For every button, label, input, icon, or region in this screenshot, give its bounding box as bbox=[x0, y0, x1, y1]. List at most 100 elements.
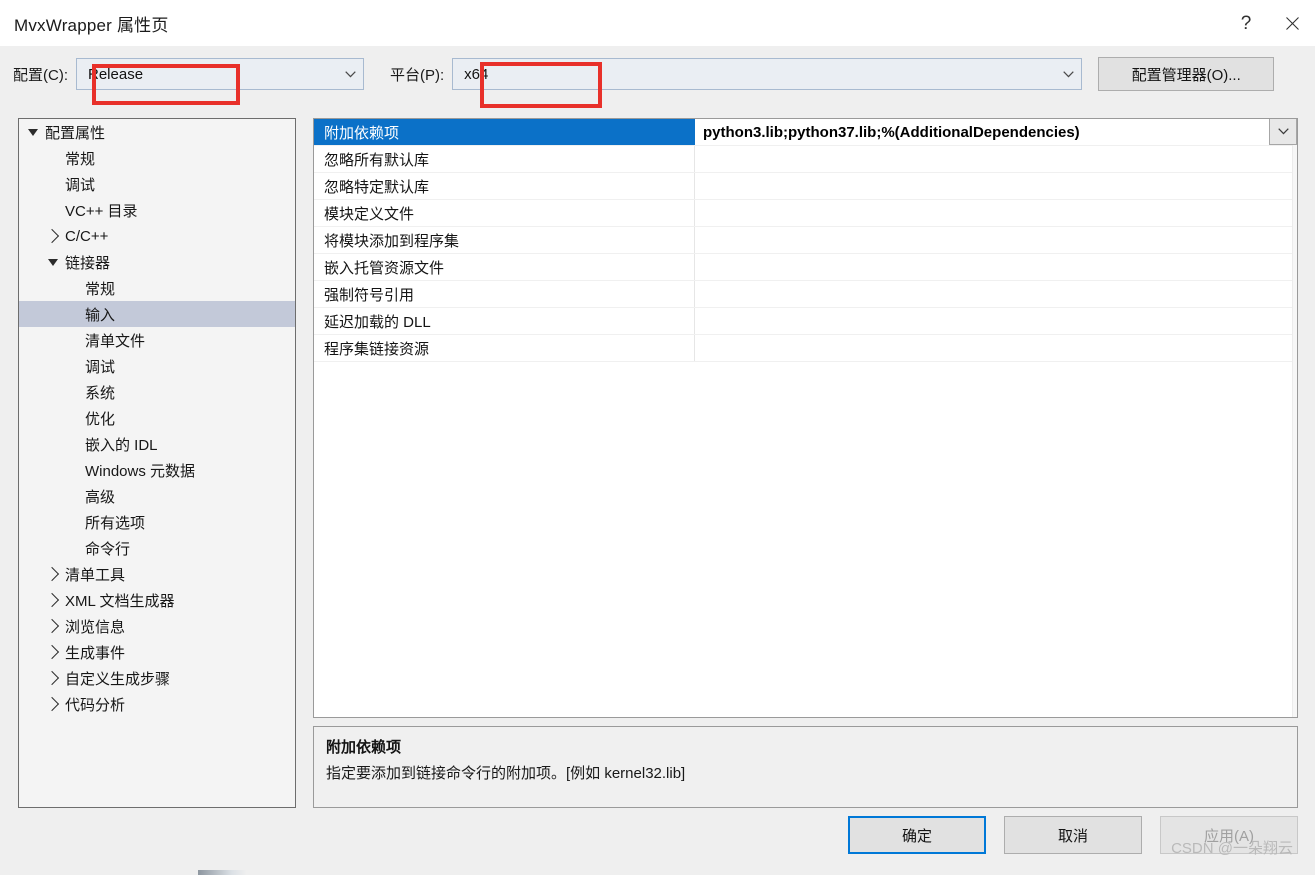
tree-item[interactable]: 所有选项 bbox=[19, 509, 295, 535]
tree-item-label: 命令行 bbox=[85, 540, 131, 558]
tree-item-label: VC++ 目录 bbox=[65, 202, 138, 220]
property-tree[interactable]: 配置属性 常规 调试 VC++ 目录 C/C++ 链接器 常规 输入 清单文件 调试 系统 优化 嵌入的… bbox=[18, 118, 296, 808]
grid-row[interactable]: 模块定义文件 bbox=[314, 200, 1297, 227]
grid-row-name: 附加依赖项 bbox=[314, 119, 695, 145]
chevron-down-glyph bbox=[48, 258, 58, 266]
tree-item[interactable]: 生成事件 bbox=[19, 639, 295, 665]
tree-item-label: 自定义生成步骤 bbox=[65, 670, 171, 688]
grid-row[interactable]: 将模块添加到程序集 bbox=[314, 227, 1297, 254]
grid-row-name: 忽略特定默认库 bbox=[314, 173, 695, 199]
tree-item-label: 常规 bbox=[65, 150, 96, 168]
close-button[interactable] bbox=[1269, 0, 1315, 46]
grid-row[interactable]: 强制符号引用 bbox=[314, 281, 1297, 308]
grid-row-name: 将模块添加到程序集 bbox=[314, 227, 695, 253]
platform-value: x64 bbox=[464, 65, 489, 83]
chevron-down-icon[interactable] bbox=[23, 128, 43, 136]
chevron-right-glyph bbox=[44, 592, 60, 608]
tree-item[interactable]: 清单文件 bbox=[19, 327, 295, 353]
footer-buttons: 确定 取消 应用(A) bbox=[848, 816, 1298, 854]
grid-row[interactable]: 忽略所有默认库 bbox=[314, 146, 1297, 173]
tree-item-label: 调试 bbox=[85, 358, 116, 376]
grid-row-value[interactable]: python3.lib;python37.lib;%(AdditionalDep… bbox=[695, 119, 1269, 145]
grid-row-name: 程序集链接资源 bbox=[314, 335, 695, 361]
grid-row-value[interactable] bbox=[695, 227, 1297, 253]
chevron-right-icon[interactable] bbox=[43, 670, 63, 686]
grid-row-name: 忽略所有默认库 bbox=[314, 146, 695, 172]
property-grid[interactable]: 附加依赖项 python3.lib;python37.lib;%(Addition… bbox=[313, 118, 1298, 718]
configuration-dropdown[interactable]: Release bbox=[76, 58, 364, 90]
tree-item[interactable]: 常规 bbox=[19, 145, 295, 171]
grid-row-value[interactable] bbox=[695, 200, 1297, 226]
chevron-down-icon[interactable] bbox=[43, 258, 63, 266]
grid-row[interactable]: 程序集链接资源 bbox=[314, 335, 1297, 362]
apply-button[interactable]: 应用(A) bbox=[1160, 816, 1298, 854]
tree-item-label: 链接器 bbox=[65, 254, 111, 272]
tree-item-label: XML 文档生成器 bbox=[65, 592, 175, 610]
property-pages-dialog: MvxWrapper 属性页 ? 配置(C): Release 平台(P): x… bbox=[0, 0, 1315, 866]
chevron-right-icon[interactable] bbox=[43, 228, 63, 244]
value-dropdown-button[interactable] bbox=[1269, 119, 1297, 145]
chevron-right-icon[interactable] bbox=[43, 592, 63, 608]
tree-item[interactable]: 嵌入的 IDL bbox=[19, 431, 295, 457]
question-mark-icon: ? bbox=[1240, 12, 1252, 34]
ok-button[interactable]: 确定 bbox=[848, 816, 986, 854]
tree-item[interactable]: 自定义生成步骤 bbox=[19, 665, 295, 691]
tree-item[interactable]: 高级 bbox=[19, 483, 295, 509]
tree-item[interactable]: 优化 bbox=[19, 405, 295, 431]
grid-row-name: 延迟加载的 DLL bbox=[314, 308, 695, 334]
tree-item[interactable]: C/C++ bbox=[19, 223, 295, 249]
tree-item-label: 调试 bbox=[65, 176, 96, 194]
window-controls: ? bbox=[1223, 0, 1315, 46]
tree-item[interactable]: 调试 bbox=[19, 353, 295, 379]
grid-row-value[interactable] bbox=[695, 281, 1297, 307]
tree-item-label: 清单文件 bbox=[85, 332, 146, 350]
grid-row[interactable]: 嵌入托管资源文件 bbox=[314, 254, 1297, 281]
tree-item[interactable]: 系统 bbox=[19, 379, 295, 405]
chevron-down-icon bbox=[337, 70, 363, 78]
tree-item[interactable]: XML 文档生成器 bbox=[19, 587, 295, 613]
cancel-button[interactable]: 取消 bbox=[1004, 816, 1142, 854]
tree-item[interactable]: 命令行 bbox=[19, 535, 295, 561]
chevron-right-icon[interactable] bbox=[43, 644, 63, 660]
dialog-footer: 确定 取消 应用(A) CSDN @一朵翔云 bbox=[0, 810, 1315, 866]
tree-item-label: 高级 bbox=[85, 488, 116, 506]
tree-item-label: Windows 元数据 bbox=[85, 462, 196, 480]
grid-row[interactable]: 延迟加载的 DLL bbox=[314, 308, 1297, 335]
configuration-manager-button[interactable]: 配置管理器(O)... bbox=[1098, 57, 1275, 91]
tree-item[interactable]: 调试 bbox=[19, 171, 295, 197]
platform-label: 平台(P): bbox=[390, 66, 445, 84]
tree-item[interactable]: 链接器 bbox=[19, 249, 295, 275]
grid-row[interactable]: 附加依赖项 python3.lib;python37.lib;%(Addition… bbox=[314, 119, 1297, 146]
chevron-right-icon[interactable] bbox=[43, 696, 63, 712]
tree-item[interactable]: Windows 元数据 bbox=[19, 457, 295, 483]
tree-item[interactable]: 常规 bbox=[19, 275, 295, 301]
tree-item-label: 系统 bbox=[85, 384, 116, 402]
grid-row-value[interactable] bbox=[695, 335, 1297, 361]
chevron-right-glyph bbox=[44, 618, 60, 634]
chevron-right-glyph bbox=[44, 566, 60, 582]
configuration-toolbar: 配置(C): Release 平台(P): x64 配置管理器(O)... bbox=[0, 46, 1315, 102]
title-bar: MvxWrapper 属性页 ? bbox=[0, 0, 1315, 46]
description-pane: 附加依赖项 指定要添加到链接命令行的附加项。[例如 kernel32.lib] bbox=[313, 726, 1298, 808]
chevron-right-glyph bbox=[44, 228, 60, 244]
tree-item[interactable]: VC++ 目录 bbox=[19, 197, 295, 223]
description-title: 附加依赖项 bbox=[326, 739, 402, 756]
grid-scrollbar[interactable] bbox=[1292, 145, 1297, 717]
tree-item-label: 配置属性 bbox=[45, 124, 106, 142]
tree-item[interactable]: 清单工具 bbox=[19, 561, 295, 587]
platform-dropdown[interactable]: x64 bbox=[452, 58, 1083, 90]
grid-row-value[interactable] bbox=[695, 254, 1297, 280]
tree-item-label: 优化 bbox=[85, 410, 116, 428]
tree-item[interactable]: 代码分析 bbox=[19, 691, 295, 717]
chevron-right-icon[interactable] bbox=[43, 566, 63, 582]
description-text: 指定要添加到链接命令行的附加项。[例如 kernel32.lib] bbox=[326, 765, 686, 782]
tree-item[interactable]: 配置属性 bbox=[19, 119, 295, 145]
grid-row-value[interactable] bbox=[695, 308, 1297, 334]
help-button[interactable]: ? bbox=[1223, 0, 1269, 46]
grid-row-value[interactable] bbox=[695, 146, 1297, 172]
tree-item[interactable]: 浏览信息 bbox=[19, 613, 295, 639]
grid-row-value[interactable] bbox=[695, 173, 1297, 199]
grid-row[interactable]: 忽略特定默认库 bbox=[314, 173, 1297, 200]
tree-item[interactable]: 输入 bbox=[19, 301, 295, 327]
chevron-right-icon[interactable] bbox=[43, 618, 63, 634]
